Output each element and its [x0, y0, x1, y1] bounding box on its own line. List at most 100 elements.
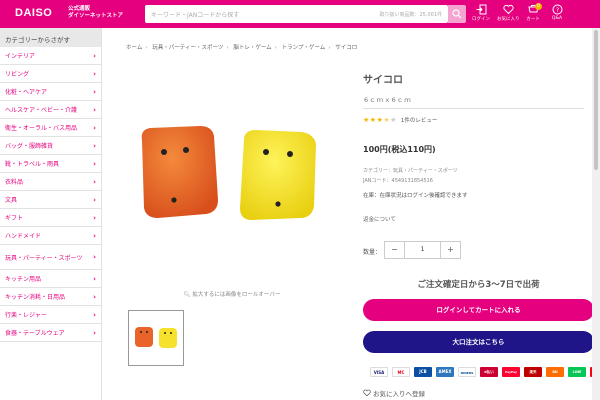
- zoom-hint-text: 拡大するには画像をロールオーバー: [192, 292, 281, 298]
- sidebar-item[interactable]: 化粧・ヘアケア ›: [0, 83, 101, 101]
- star-full-icon: ★: [363, 116, 370, 124]
- login-add-to-cart-button[interactable]: ログインしてカートに入れる: [363, 299, 594, 321]
- line-pay-icon: LINE: [568, 367, 586, 377]
- divider: [363, 108, 584, 109]
- logo-subtitle-line2: ダイソーネットストア: [68, 13, 124, 19]
- breadcrumb-link[interactable]: ホーム: [126, 45, 142, 51]
- sidebar-item[interactable]: 食器・テーブルウェア ›: [0, 324, 101, 342]
- payment-methods: VISA MC JCB AMEX DINERS d払い PayPay 楽天 au…: [370, 367, 600, 377]
- stock-status: 在庫：在庫状況はログイン後確認できます: [363, 193, 468, 199]
- breadcrumb-link[interactable]: トランプ・ゲーム: [282, 45, 326, 51]
- refund-link[interactable]: 返金について: [363, 215, 396, 223]
- thumbnail-image: [135, 327, 177, 348]
- help-icon: ?: [552, 4, 562, 15]
- chevron-right-icon: ›: [93, 231, 96, 240]
- breadcrumb-current: サイコロ: [335, 45, 358, 51]
- scrollbar-thumb[interactable]: [594, 30, 598, 170]
- sidebar-item[interactable]: ヘルスケア・ベビー・介護 ›: [0, 101, 101, 119]
- sidebar-item[interactable]: ハンドメイド ›: [0, 227, 101, 245]
- sidebar-item-label: キッチン消耗・日用品: [5, 294, 66, 301]
- login-button[interactable]: ログイン: [470, 4, 492, 26]
- favorites-button[interactable]: お気に入り: [497, 4, 520, 26]
- sidebar-item-label: 衛生・オーラル・バス用品: [5, 125, 78, 132]
- page-scrollbar[interactable]: [592, 28, 600, 400]
- review-link[interactable]: 1件のレビュー: [401, 116, 438, 124]
- breadcrumb-link[interactable]: 玩具・パーティー・スポーツ: [152, 45, 223, 51]
- sidebar-item-label: 化粧・ヘアケア: [5, 89, 48, 96]
- chevron-right-icon: ›: [93, 310, 96, 319]
- star-empty-icon: ★: [390, 116, 397, 124]
- breadcrumb-link[interactable]: 脳トレ・ゲーム: [233, 45, 271, 51]
- visa-icon: VISA: [370, 367, 388, 377]
- chevron-right-icon: ›: [93, 105, 96, 114]
- chevron-right-icon: ›: [93, 141, 96, 150]
- shipping-note: ご注文確定日から3〜7日で出荷: [417, 280, 540, 290]
- cart-count-badge: 0: [535, 3, 542, 10]
- quantity-increase-button[interactable]: +: [441, 242, 460, 258]
- search-icon: [452, 9, 462, 19]
- logo-subtitle: 公式通販 ダイソーネットストア: [68, 6, 123, 20]
- help-button[interactable]: ? Q&A: [546, 4, 568, 26]
- sidebar-item[interactable]: バッグ・服飾雑貨 ›: [0, 137, 101, 155]
- chevron-right-icon: ›: [93, 87, 96, 96]
- sidebar-item[interactable]: キッチン用品 ›: [0, 270, 101, 288]
- chevron-right-icon: ›: [93, 69, 96, 78]
- sidebar-item-label: キッチン用品: [5, 276, 42, 283]
- product-thumbnail[interactable]: [128, 310, 184, 366]
- quantity-stepper: − 1 +: [384, 241, 461, 259]
- sidebar-item-label: インテリア: [5, 53, 36, 60]
- sidebar-item[interactable]: インテリア ›: [0, 47, 101, 65]
- bulk-order-button[interactable]: 大口注文はこちら: [363, 331, 594, 353]
- product-main-image[interactable]: [128, 78, 336, 274]
- breadcrumb-separator: ›: [328, 45, 331, 51]
- star-full-icon: ★: [369, 116, 377, 124]
- zoom-hint: 🔍︎ 拡大するには画像をロールオーバー: [128, 290, 336, 298]
- sidebar-item-label: ギフト: [5, 215, 24, 222]
- sidebar-heading: カテゴリーからさがす: [0, 28, 101, 47]
- sidebar-item[interactable]: ギフト ›: [0, 209, 101, 227]
- sidebar-item-label: 衣料品: [5, 179, 24, 186]
- product-category: カテゴリー：玩具・パーティー・スポーツ: [363, 168, 458, 174]
- product-jan: JANコード：4549131854516: [363, 178, 433, 184]
- search-input[interactable]: キーワード・JANコードから探す 取り扱い商品数：25,001件: [145, 5, 448, 23]
- favorites-text: お気に入りへ登録: [373, 390, 425, 398]
- amex-icon: AMEX: [436, 367, 454, 377]
- sidebar-item[interactable]: 行楽・レジャー ›: [0, 306, 101, 324]
- chevron-right-icon: ›: [93, 177, 96, 186]
- chevron-right-icon: ›: [93, 328, 96, 337]
- heart-icon: [502, 4, 514, 15]
- cart-button[interactable]: 0 カート: [522, 3, 544, 26]
- sidebar-item-label: ハンドメイド: [5, 233, 42, 240]
- chevron-right-icon: ›: [93, 292, 96, 301]
- quantity-decrease-button[interactable]: −: [385, 242, 404, 258]
- sidebar-item-label: バッグ・服飾雑貨: [5, 143, 54, 150]
- favorites-label: お気に入り: [497, 17, 520, 22]
- sidebar-item-label: 靴・トラベル・雨具: [5, 161, 60, 168]
- rakuten-pay-icon: 楽天: [524, 367, 542, 377]
- chevron-right-icon: ›: [93, 159, 96, 168]
- sidebar-item[interactable]: 衛生・オーラル・バス用品 ›: [0, 119, 101, 137]
- breadcrumb-separator: ›: [226, 45, 229, 51]
- mastercard-icon: MC: [392, 367, 410, 377]
- au-pay-icon: au: [546, 367, 564, 377]
- breadcrumb-separator: ›: [145, 45, 148, 51]
- chevron-right-icon: ›: [93, 51, 96, 60]
- site-header: DAISO 公式通販 ダイソーネットストア キーワード・JANコードから探す 取…: [0, 0, 600, 28]
- sidebar-item[interactable]: 文具 ›: [0, 191, 101, 209]
- chevron-right-icon: ›: [93, 253, 96, 261]
- add-to-favorites-button[interactable]: お気に入りへ登録: [363, 388, 425, 398]
- sidebar-item-label: 行楽・レジャー: [5, 312, 47, 319]
- sidebar-item[interactable]: キッチン消耗・日用品 ›: [0, 288, 101, 306]
- daiso-logo[interactable]: DAISO: [15, 7, 52, 19]
- orange-die: [141, 126, 218, 218]
- product-rating: ★ ★ ★ ★ ★ 1件のレビュー: [363, 116, 437, 124]
- sidebar-item[interactable]: 玩具・パーティー・スポーツ ›: [0, 245, 101, 270]
- quantity-input[interactable]: 1: [404, 242, 441, 258]
- search-button[interactable]: [448, 5, 466, 23]
- sidebar-item[interactable]: 衣料品 ›: [0, 173, 101, 191]
- logo-subtitle-line1: 公式通販: [68, 6, 91, 12]
- product-count-note: 取り扱い商品数：25,001件: [379, 12, 443, 18]
- breadcrumb-separator: ›: [274, 45, 277, 51]
- sidebar-item[interactable]: 靴・トラベル・雨具 ›: [0, 155, 101, 173]
- sidebar-item[interactable]: リビング ›: [0, 65, 101, 83]
